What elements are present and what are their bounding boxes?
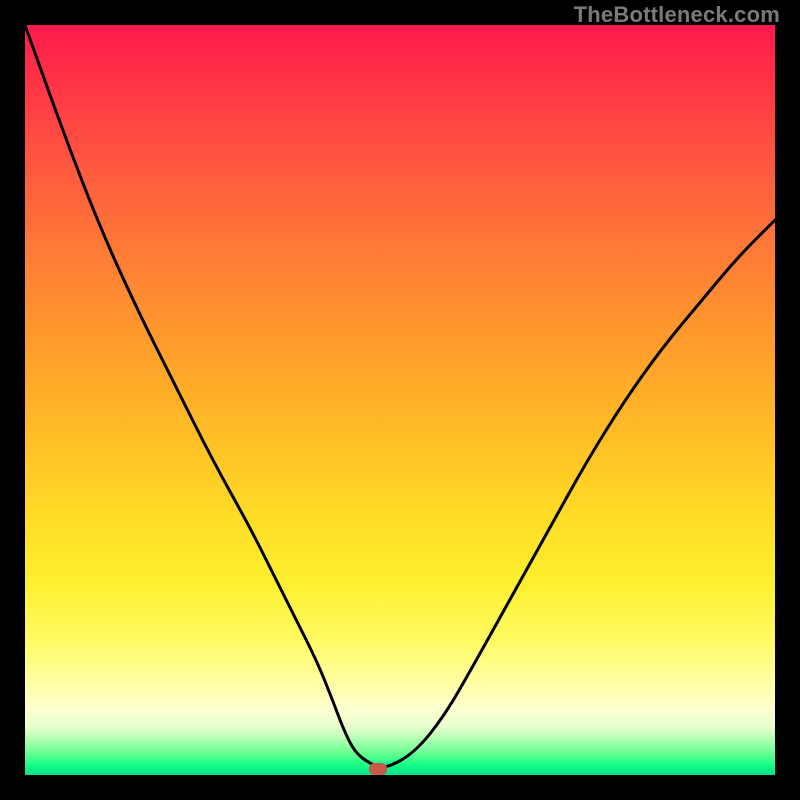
bottleneck-curve <box>25 25 775 767</box>
optimum-marker <box>369 763 387 775</box>
curve-svg <box>25 25 775 775</box>
plot-area <box>25 25 775 775</box>
chart-frame: TheBottleneck.com <box>0 0 800 800</box>
